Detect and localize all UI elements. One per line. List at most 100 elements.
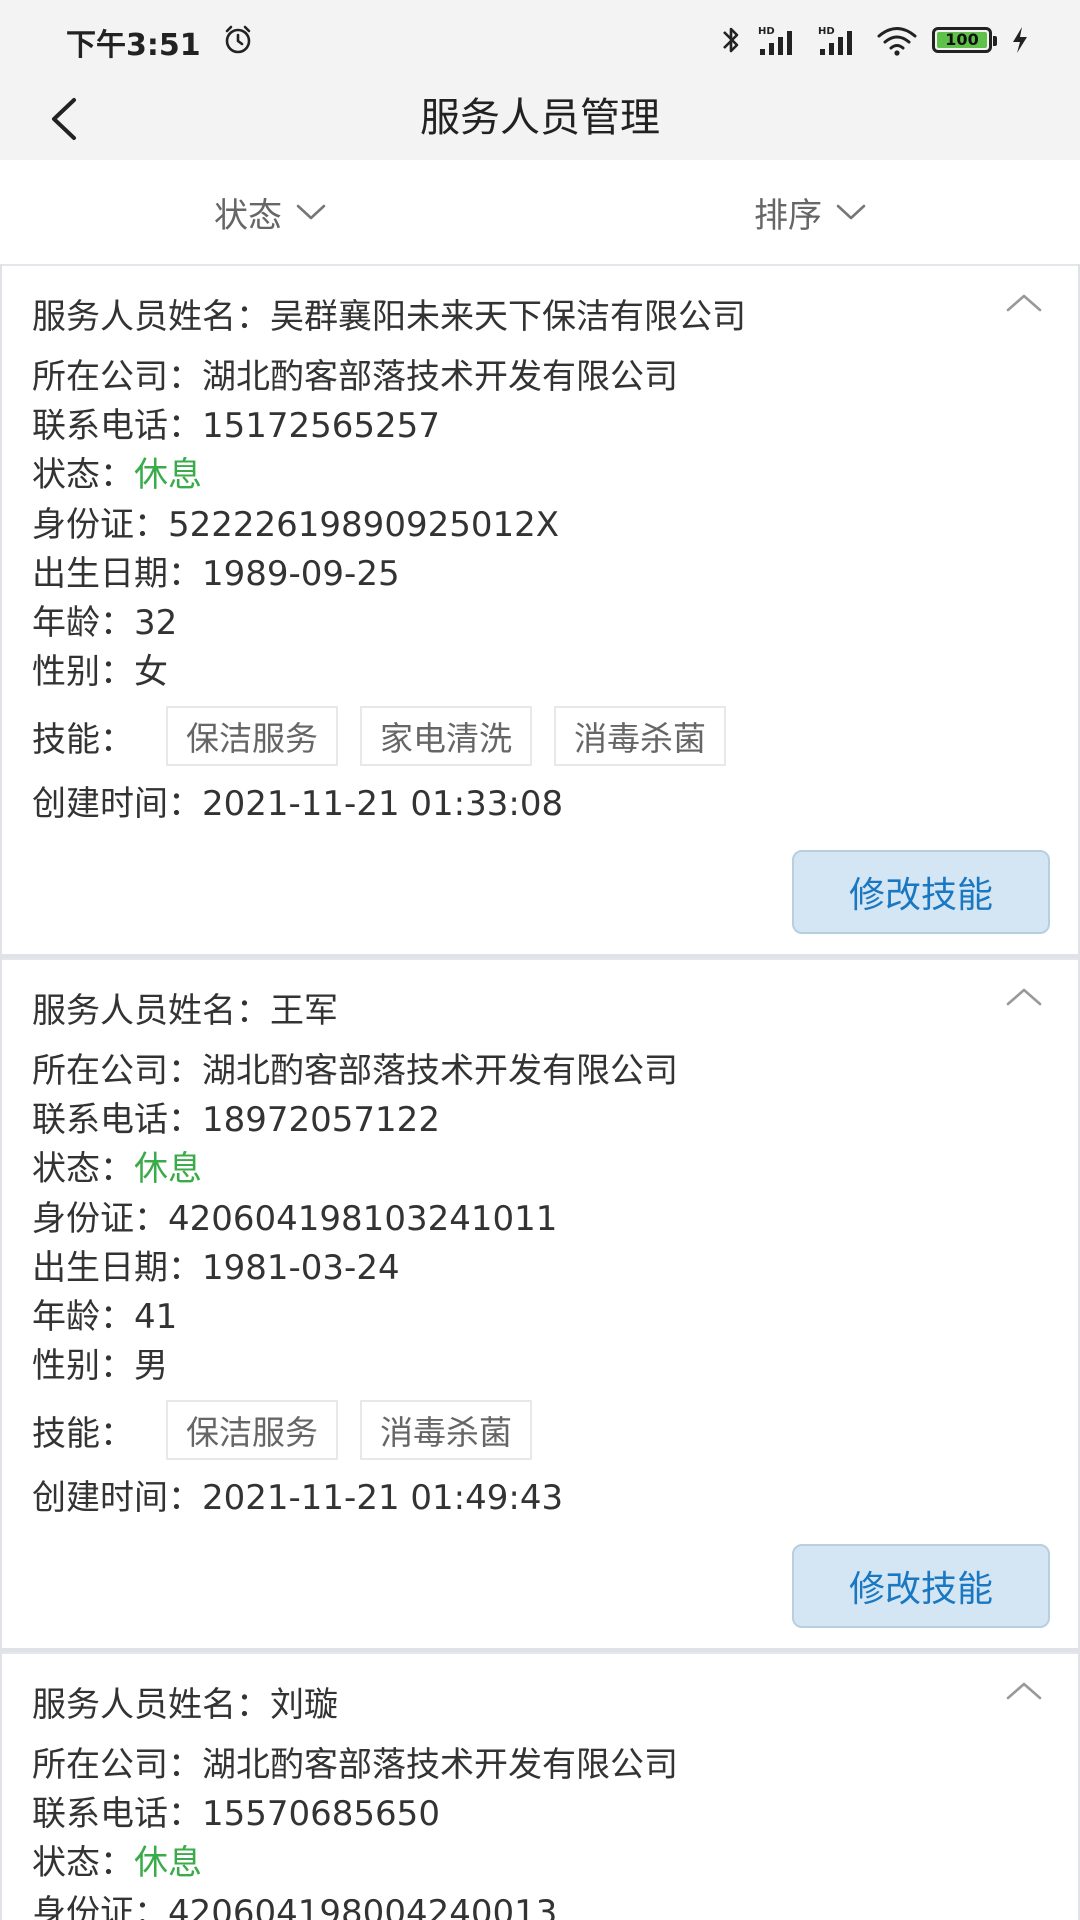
phone-row: 联系电话：18972057122 [32,1097,440,1143]
field-label: 所在公司： [32,1051,202,1091]
phone-value: 15172565257 [202,406,440,446]
status-time: 下午3:51 [66,28,201,63]
signal-icon: HD [758,26,792,55]
staff-name-row: 服务人员姓名：王军 [32,988,338,1034]
charging-icon [1013,27,1027,53]
phone-value: 18972057122 [202,1100,440,1140]
age-row: 年龄：41 [32,1294,177,1340]
staff-list[interactable]: 服务人员姓名：吴群襄阳未来天下保洁有限公司 所在公司：湖北酌客部落技术开发有限公… [0,264,1080,1920]
field-label: 身份证： [32,1199,168,1239]
edit-skills-button[interactable]: 修改技能 [792,1544,1050,1628]
status-filter-button[interactable]: 状态 [0,160,540,264]
id-card-row: 身份证：420604198004240013 [32,1890,557,1920]
svg-text:HD: HD [818,26,835,37]
created-value: 2021-11-21 01:49:43 [202,1478,564,1518]
skills-row: 技能： 保洁服务 家电清洗 消毒杀菌 [32,706,726,766]
phone-row: 联系电话：15570685650 [32,1791,440,1837]
age-value: 32 [134,603,178,643]
battery-icon: 100 [932,27,997,53]
edit-skills-button[interactable]: 修改技能 [792,850,1050,934]
company-value: 湖北酌客部落技术开发有限公司 [202,1745,678,1785]
birth-date-row: 出生日期：1989-09-25 [32,551,400,597]
field-label: 技能： [32,1413,134,1454]
created-row: 创建时间：2021-11-21 01:49:43 [32,1475,563,1521]
phone-row: 联系电话：15172565257 [32,403,440,449]
gender-value: 女 [134,652,168,692]
status-icons: HD HD 100 [720,22,1030,58]
bluetooth-icon [723,27,739,53]
filter-bar: 状态 排序 [0,160,1080,264]
skill-tag: 保洁服务 [166,706,338,766]
field-label: 联系电话： [32,1794,202,1834]
skills-row: 技能： 保洁服务 消毒杀菌 [32,1400,532,1460]
staff-card: 服务人员姓名：吴群襄阳未来天下保洁有限公司 所在公司：湖北酌客部落技术开发有限公… [2,264,1078,954]
staff-card: 服务人员姓名：王军 所在公司：湖北酌客部落技术开发有限公司 联系电话：18972… [2,958,1078,1648]
field-label: 性别： [32,1346,134,1386]
company-value: 湖北酌客部落技术开发有限公司 [202,1051,678,1091]
wifi-icon [877,27,917,56]
company-row: 所在公司：湖北酌客部落技术开发有限公司 [32,1742,678,1788]
field-label: 年龄： [32,603,134,643]
gender-row: 性别：男 [32,1343,168,1389]
gender-row: 性别：女 [32,649,168,695]
field-label: 性别： [32,652,134,692]
skill-tag: 家电清洗 [360,706,532,766]
chevron-up-icon[interactable] [1004,290,1044,316]
id-card-value: 420604198103241011 [168,1199,558,1239]
id-card-value: 420604198004240013 [168,1893,558,1920]
sort-filter-label: 排序 [754,195,822,236]
field-label: 所在公司： [32,357,202,397]
status-value: 休息 [134,1843,202,1883]
staff-name-row: 服务人员姓名：刘璇 [32,1682,338,1728]
created-value: 2021-11-21 01:33:08 [202,784,564,824]
status-row: 状态：休息 [32,452,202,498]
company-row: 所在公司：湖北酌客部落技术开发有限公司 [32,354,678,400]
chevron-up-icon[interactable] [1004,984,1044,1010]
status-row: 状态：休息 [32,1840,202,1886]
field-label: 状态： [32,1149,134,1189]
field-label: 服务人员姓名： [32,1685,270,1725]
signal-icon-2: HD [818,26,852,55]
age-row: 年龄：32 [32,600,177,646]
field-label: 创建时间： [32,784,202,824]
field-label: 创建时间： [32,1478,202,1518]
field-label: 服务人员姓名： [32,297,270,337]
app-header: 服务人员管理 [0,78,1080,160]
field-label: 状态： [32,455,134,495]
id-card-value: 52222619890925012X [168,505,560,545]
id-card-row: 身份证：420604198103241011 [32,1196,557,1242]
birth-date-value: 1981-03-24 [202,1248,400,1288]
field-label: 出生日期： [32,554,202,594]
staff-name: 吴群襄阳未来天下保洁有限公司 [270,297,746,337]
field-label: 身份证： [32,505,168,545]
field-label: 服务人员姓名： [32,991,270,1031]
created-row: 创建时间：2021-11-21 01:33:08 [32,781,563,827]
field-label: 技能： [32,719,134,760]
skill-tag: 消毒杀菌 [360,1400,532,1460]
field-label: 出生日期： [32,1248,202,1288]
chevron-down-icon [836,204,866,220]
staff-name: 王军 [270,991,338,1031]
skill-tag: 消毒杀菌 [554,706,726,766]
age-value: 41 [134,1297,178,1337]
status-filter-label: 状态 [214,195,282,236]
skill-tag: 保洁服务 [166,1400,338,1460]
company-value: 湖北酌客部落技术开发有限公司 [202,357,678,397]
staff-card: 服务人员姓名：刘璇 所在公司：湖北酌客部落技术开发有限公司 联系电话：15570… [2,1652,1078,1920]
id-card-row: 身份证：52222619890925012X [32,502,559,548]
field-label: 状态： [32,1843,134,1883]
field-label: 联系电话： [32,406,202,446]
field-label: 身份证： [32,1893,168,1920]
field-label: 联系电话： [32,1100,202,1140]
field-label: 所在公司： [32,1745,202,1785]
staff-name: 刘璇 [270,1685,338,1725]
sort-filter-button[interactable]: 排序 [540,160,1080,264]
company-row: 所在公司：湖北酌客部落技术开发有限公司 [32,1048,678,1094]
phone-value: 15570685650 [202,1794,440,1834]
page-title: 服务人员管理 [420,95,660,141]
status-row: 状态：休息 [32,1146,202,1192]
status-bar: 下午3:51 HD HD 100 [0,0,1080,78]
chevron-up-icon[interactable] [1004,1678,1044,1704]
svg-text:HD: HD [758,26,775,37]
staff-name-row: 服务人员姓名：吴群襄阳未来天下保洁有限公司 [32,294,746,340]
